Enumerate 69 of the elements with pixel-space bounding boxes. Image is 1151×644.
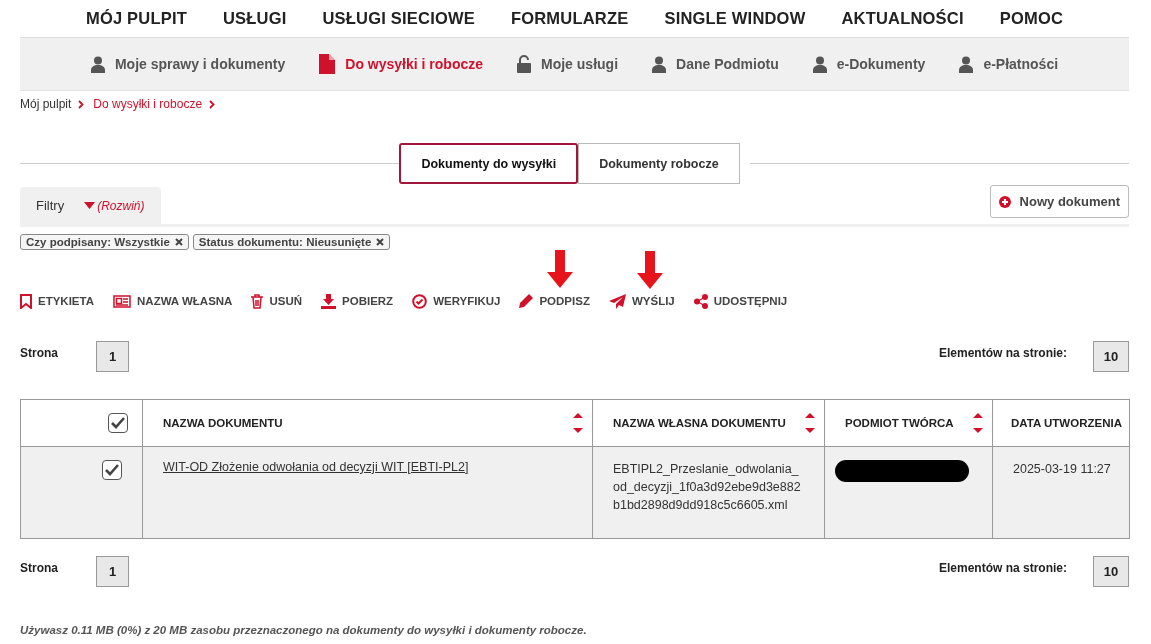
paper-plane-icon [608,293,626,309]
column-header: PODMIOT TWÓRCA [845,417,954,429]
bookmark-icon [20,293,32,309]
section-tab[interactable]: Moje usługi [500,55,635,73]
nav-link[interactable]: AKTUALNOŚCI [823,9,982,28]
column-header: DATA UTWORZENIA [1011,417,1122,429]
section-tab[interactable]: e-Dokumenty [795,55,943,73]
nav-link[interactable]: FORMULARZE [492,9,647,28]
page-number-field[interactable]: 1 [96,341,129,372]
section-tab[interactable]: e-Płatności [942,55,1076,73]
breadcrumb-link[interactable]: Mój pulpit [20,97,72,111]
toolbar-action[interactable]: USUŃ [251,293,302,309]
check-circle-icon [412,293,428,309]
trash-icon [251,293,264,309]
nav-link[interactable]: MÓJ PULPIT [67,9,205,28]
user-icon [652,55,666,73]
column-header: NAZWA DOKUMENTU [163,417,283,429]
pencil-icon [519,294,534,308]
user-icon [959,55,974,73]
sort-icon[interactable] [972,411,984,435]
filter-chip[interactable]: Czy podpisany: Wszystkie [20,234,189,250]
new-document-button[interactable]: Nowy dokument [989,185,1129,218]
nav-link[interactable]: USŁUGI [204,9,305,28]
per-page-label: Elementów na stronie: [938,560,1067,575]
checkbox[interactable] [108,413,128,433]
toolbar-action[interactable]: ETYKIETA [20,293,94,309]
section-tab[interactable]: Moje sprawy i dokumenty [73,55,303,73]
nav-link[interactable]: SINGLE WINDOW [646,9,824,28]
per-page-label: Elementów na stronie: [938,345,1067,360]
section-tab[interactable]: Do wysyłki i robocze [302,54,500,74]
toolbar-action[interactable]: WYŚLIJ [608,293,675,309]
user-icon [90,55,105,73]
sort-icon[interactable] [572,411,584,435]
usage-note: Używasz 0.11 MB (0%) z 20 MB zasobu przeznaczonego na dokumenty do wysyłki i dokumenty robocze. [20,624,587,636]
toolbar-action[interactable]: UDOSTĘPNIJ [693,293,788,309]
chevron-right-icon [78,99,85,109]
close-icon[interactable] [376,238,385,246]
table-cell-text: EBTIPL2_Przeslanie_odwolania_od_decyzji_1f0a3d92ebe9d3e882b1bd2898d9dd918c5c6605.xml [613,461,802,514]
chevron-right-icon [209,99,216,109]
column-header: NAZWA WŁASNA DOKUMENTU [613,417,786,429]
page-number-field[interactable]: 1 [96,556,129,587]
page-label: Strona [20,345,58,360]
toolbar-action[interactable]: PODPISZ [519,294,590,308]
toolbar-action[interactable]: POBIERZ [321,293,394,309]
section-tab[interactable]: Dane Podmiotu [635,55,796,73]
padlock-icon [517,55,531,73]
close-icon[interactable] [174,238,183,246]
user-icon [812,55,827,73]
checkbox[interactable] [102,460,122,480]
nav-link[interactable]: USŁUGI SIECIOWE [304,9,493,28]
breadcrumb-link[interactable]: Do wysyłki i robocze [93,97,203,111]
filters-label: Filtry [36,198,65,213]
toolbar-action[interactable]: WERYFIKUJ [412,293,501,309]
filters-tab[interactable]: Filtry (Rozwiń) [20,187,161,224]
page-label: Strona [20,560,58,575]
toolbar-action[interactable]: NAZWA WŁASNA [113,294,233,308]
plus-circle-icon [998,195,1011,208]
per-page-field[interactable]: 10 [1093,341,1129,372]
document-link[interactable]: WIT-OD Złożenie odwołania od decyzji WIT [EBTI-PL2] [163,460,469,474]
filter-chip[interactable]: Status dokumentu: Nieusunięte [192,234,391,250]
newspaper-icon [113,294,131,308]
share-icon [693,293,708,309]
sort-icon[interactable] [804,411,816,435]
per-page-field[interactable]: 10 [1093,556,1129,587]
table-cell-text: 2025-03-19 11:27 [1013,461,1109,478]
download-icon [321,293,336,309]
expand-toggle[interactable]: (Rozwiń) [84,198,145,213]
nav-link[interactable]: POMOC [981,9,1082,28]
document-icon [319,54,336,74]
